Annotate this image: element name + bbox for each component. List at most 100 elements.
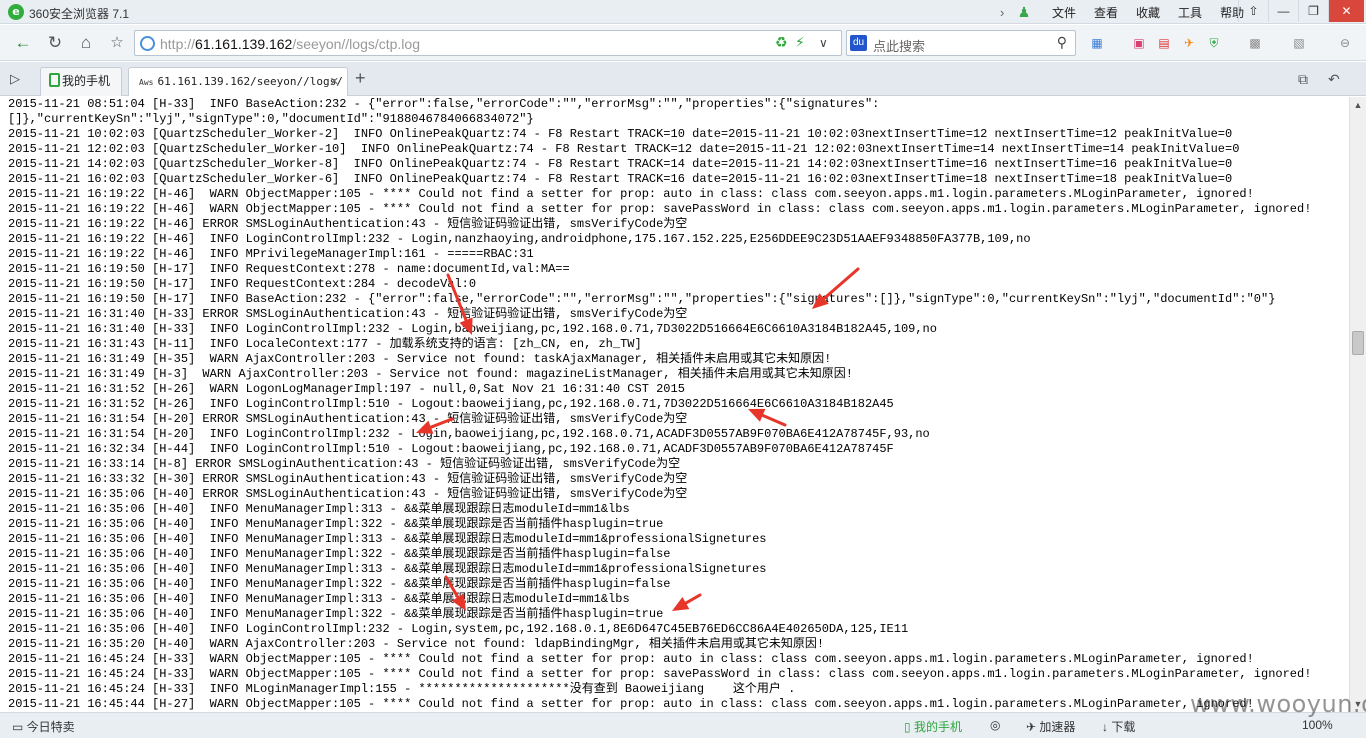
log-line: 2015-11-21 16:19:22 [H-46] WARN ObjectMa… [8,202,1312,216]
shield-icon[interactable]: ⛨ [1205,36,1223,50]
search-box[interactable]: du 点此搜索 ⚲ [846,30,1076,56]
favorite-star-icon[interactable]: ☆ [104,30,130,56]
log-text: 2015-11-21 08:51:04 [H-33] INFO BaseActi… [8,97,1349,712]
compat-mode-icon[interactable]: ♻ [775,34,788,51]
tab-ctp-log[interactable]: Aws 61.161.139.162/seeyon//logs/ ✕ [128,67,348,96]
page-content[interactable]: 2015-11-21 08:51:04 [H-33] INFO BaseActi… [0,97,1349,712]
log-line: 2015-11-21 16:31:54 [H-20] ERROR SMSLogi… [8,412,688,426]
log-line: 2015-11-21 16:31:40 [H-33] INFO LoginCon… [8,322,937,336]
restore-tabs-icon[interactable]: ⧉ [1298,71,1308,88]
log-line: 2015-11-21 16:31:52 [H-26] WARN LogonLog… [8,382,685,396]
user-icon[interactable]: ♟ [1014,4,1034,21]
log-line: 2015-11-21 16:31:49 [H-3] WARN AjaxContr… [8,367,853,381]
phone-icon [49,73,60,87]
log-line: 2015-11-21 16:35:06 [H-40] INFO MenuMana… [8,547,671,561]
menu-view[interactable]: 查看 [1094,4,1118,21]
log-line: 2015-11-21 16:35:06 [H-40] INFO MenuMana… [8,607,664,621]
log-line: 2015-11-21 16:31:54 [H-20] INFO LoginCon… [8,427,930,441]
grid-icon[interactable]: ▩ [1246,36,1264,50]
log-line: 2015-11-21 12:02:03 [QuartzScheduler_Wor… [8,142,1240,156]
log-line: 2015-11-21 16:19:50 [H-17] INFO RequestC… [8,277,477,291]
menu-favorites[interactable]: 收藏 [1136,4,1160,21]
log-line: 2015-11-21 16:33:14 [H-8] ERROR SMSLogin… [8,457,681,471]
scroll-up-icon[interactable]: ▲ [1350,97,1366,113]
more-icon[interactable]: ⊖ [1336,36,1354,50]
log-line: 2015-11-21 16:33:32 [H-30] ERROR SMSLogi… [8,472,688,486]
my-phone-link[interactable]: ▯ 我的手机 [904,718,962,735]
log-line: 2015-11-21 16:31:40 [H-33] ERROR SMSLogi… [8,307,688,321]
vertical-scrollbar[interactable]: ▲ ▼ [1349,97,1366,712]
log-line: []},"currentKeySn":"lyj","signType":0,"d… [8,112,534,126]
log-line: 2015-11-21 16:45:24 [H-33] INFO MLoginMa… [8,682,796,696]
new-tab-button[interactable]: + [355,68,366,89]
maximize-button[interactable]: ❐ [1298,0,1328,22]
search-engine-icon[interactable]: du [850,35,867,51]
accelerator-label: 加速器 [1039,720,1076,734]
log-line: 2015-11-21 16:35:06 [H-40] INFO MenuMana… [8,592,630,606]
undo-close-icon[interactable]: ↶ [1328,71,1340,88]
tab-bar: ▷ 我的手机 Aws 61.161.139.162/seeyon//logs/ ✕… [0,62,1366,96]
apps-grid-icon[interactable]: ▦ [1088,36,1106,50]
scroll-thumb[interactable] [1352,331,1364,355]
search-icon[interactable]: ⚲ [1057,34,1067,51]
menu-tools[interactable]: 工具 [1178,4,1202,21]
close-button[interactable]: ✕ [1328,0,1364,22]
zoom-level[interactable]: 100% [1302,718,1333,732]
log-line: 2015-11-21 16:02:03 [QuartzScheduler_Wor… [8,172,1233,186]
log-line: 2015-11-21 10:02:03 [QuartzScheduler_Wor… [8,127,1233,141]
gift-icon: ▭ [12,720,27,734]
tab-my-phone[interactable]: 我的手机 [40,67,122,96]
log-line: 2015-11-21 16:19:22 [H-46] INFO MPrivile… [8,247,534,261]
address-bar[interactable]: http://61.161.139.162/seeyon//logs/ctp.l… [134,30,842,56]
download-icon: ↓ [1102,720,1112,734]
chevron-right-icon[interactable]: › [1000,5,1014,20]
daily-sale-label: 今日特卖 [26,720,75,734]
shopping-icon[interactable]: ▣ [1130,36,1148,50]
globe-icon [140,36,155,51]
airplane-icon[interactable]: ✈ [1180,36,1198,50]
log-line: 2015-11-21 16:35:06 [H-40] INFO MenuMana… [8,517,664,531]
log-line: 2015-11-21 08:51:04 [H-33] INFO BaseActi… [8,97,880,111]
app-title: 360安全浏览器 7.1 [29,7,130,21]
skin-button[interactable]: ⇧ [1238,0,1268,22]
my-phone-label: 我的手机 [913,720,962,734]
log-line: 2015-11-21 16:35:06 [H-40] INFO MenuMana… [8,502,630,516]
log-line: 2015-11-21 16:35:06 [H-40] INFO LoginCon… [8,622,909,636]
log-line: 2015-11-21 16:35:06 [H-40] ERROR SMSLogi… [8,487,688,501]
menu-bar: › ♟ 文件 查看 收藏 工具 帮助 [1000,3,1244,21]
log-line: 2015-11-21 16:45:24 [H-33] WARN ObjectMa… [8,667,1312,681]
speed-mode-icon[interactable]: ⚡ [795,34,805,51]
watermark: www.wooyun.org [1190,690,1366,718]
address-dropdown-icon[interactable]: ∨ [819,36,828,50]
log-line: 2015-11-21 16:31:52 [H-26] INFO LoginCon… [8,397,894,411]
daily-sale-link[interactable]: ▭ 今日特卖 [12,718,75,735]
window-controls: ⇧ — ❐ ✕ [1238,0,1364,22]
title-bar: e 360安全浏览器 7.1 › ♟ 文件 查看 收藏 工具 帮助 ⇧ — ❐ … [0,0,1366,24]
calendar-icon[interactable]: ▤ [1155,36,1173,50]
log-line: 2015-11-21 16:35:06 [H-40] INFO MenuMana… [8,562,767,576]
browser-logo-icon: e [8,4,24,20]
rocket-icon: ✈ [1026,720,1040,734]
sidebar-toggle-icon[interactable]: ▷ [10,71,20,87]
log-line: 2015-11-21 16:45:24 [H-33] WARN ObjectMa… [8,652,1254,666]
search-input[interactable]: 点此搜索 [873,36,925,55]
log-line: 2015-11-21 16:31:49 [H-35] WARN AjaxCont… [8,352,832,366]
network-icon[interactable]: ◎ [990,718,1000,732]
log-line: 2015-11-21 16:19:22 [H-46] ERROR SMSLogi… [8,217,688,231]
image-icon[interactable]: ▧ [1290,36,1308,50]
close-tab-icon[interactable]: ✕ [330,68,339,95]
url-path: /seeyon//logs/ctp.log [292,36,420,52]
log-line: 2015-11-21 16:35:20 [H-40] WARN AjaxCont… [8,637,825,651]
home-button[interactable]: ⌂ [73,30,99,56]
log-line: 2015-11-21 16:19:22 [H-46] INFO LoginCon… [8,232,1031,246]
address-url[interactable]: http://61.161.139.162/seeyon//logs/ctp.l… [160,36,420,52]
refresh-button[interactable]: ↻ [42,30,68,56]
menu-file[interactable]: 文件 [1052,4,1076,21]
accelerator-button[interactable]: ✈ 加速器 [1026,718,1075,735]
minimize-button[interactable]: — [1268,0,1298,22]
back-button[interactable]: ← [10,30,36,56]
status-bar: ▭ 今日特卖 ▯ 我的手机 ◎ ✈ 加速器 ↓ 下载 100% [0,712,1366,738]
log-line: 2015-11-21 16:19:50 [H-17] INFO BaseActi… [8,292,1276,306]
tab-label: 我的手机 [62,74,111,88]
download-button[interactable]: ↓ 下载 [1102,718,1135,735]
